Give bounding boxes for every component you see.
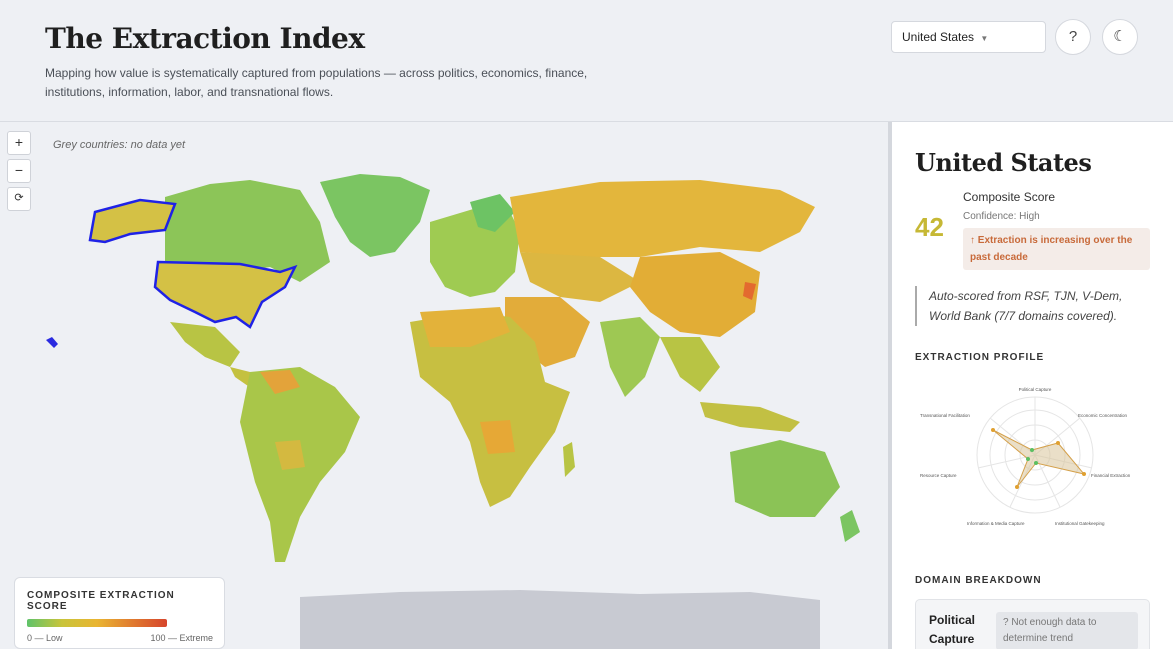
map-legend: COMPOSITE EXTRACTION SCORE 0 — Low 100 —… xyxy=(14,577,225,649)
chevron-down-icon: ▼ xyxy=(980,34,989,43)
world-map[interactable]: Grey countries: no data yet + − ⟳ COMPOS… xyxy=(0,122,888,649)
radar-axis-label: Information & Media Capture xyxy=(967,521,1025,526)
country-indonesia xyxy=(700,402,800,432)
radar-axis-label: Economic Concentration xyxy=(1078,413,1128,418)
country-russia xyxy=(510,180,815,257)
country-hawaii xyxy=(46,337,58,348)
extraction-radar-chart: Political Capture Economic Concentration… xyxy=(920,387,1131,526)
legend-gradient-bar xyxy=(27,619,167,627)
app-header: The Extraction Index Mapping how value i… xyxy=(0,0,1173,122)
country-india xyxy=(600,317,660,397)
app-title: The Extraction Index xyxy=(45,22,365,55)
country-central-asia xyxy=(520,252,640,302)
country-alaska xyxy=(88,198,177,244)
domain-trend-note: ? Not enough data to determine trend xyxy=(996,612,1138,649)
extraction-profile-heading: EXTRACTION PROFILE xyxy=(915,352,1045,363)
country-select-value: United States xyxy=(902,30,975,44)
legend-title: COMPOSITE EXTRACTION SCORE xyxy=(27,590,175,612)
country-madagascar xyxy=(563,442,575,477)
country-australia xyxy=(730,440,840,517)
country-se-asia xyxy=(660,337,720,392)
composite-score-label: Composite Score xyxy=(963,190,1056,204)
panel-country-name: United States xyxy=(915,148,1092,177)
country-greenland xyxy=(320,174,430,257)
trend-badge: ↑ Extraction is increasing over the past… xyxy=(963,228,1150,270)
domain-breakdown-heading: DOMAIN BREAKDOWN xyxy=(915,575,1042,586)
legend-high-label: 100 — Extreme xyxy=(150,633,213,643)
help-button[interactable]: ? xyxy=(1055,19,1091,55)
app-subtitle: Mapping how value is systematically capt… xyxy=(45,66,588,99)
country-usa xyxy=(153,260,298,329)
composite-score-value: 42 xyxy=(915,212,944,242)
source-note: Auto-scored from RSF, TJN, V-Dem, World … xyxy=(915,286,1135,326)
region-antarctica xyxy=(300,590,820,649)
radar-point xyxy=(1026,457,1030,461)
theme-toggle-button[interactable]: ☾ xyxy=(1102,19,1138,55)
country-select[interactable]: United States ▼ xyxy=(891,21,1046,53)
radar-point xyxy=(1034,461,1038,465)
country-mexico xyxy=(170,322,240,367)
country-detail-panel: United States Composite Score 42 Confide… xyxy=(892,122,1173,649)
world-map-svg[interactable] xyxy=(0,122,888,649)
legend-low-label: 0 — Low xyxy=(27,633,63,643)
zoom-out-button[interactable]: − xyxy=(7,159,31,183)
radar-point xyxy=(1030,448,1034,452)
legend-labels: 0 — Low 100 — Extreme xyxy=(27,633,213,643)
radar-axis-label: Financial Extraction xyxy=(1091,473,1131,478)
radar-axis-label: Political Capture xyxy=(1019,387,1052,392)
country-new-zealand xyxy=(840,510,860,542)
radar-point xyxy=(1015,485,1019,489)
zoom-in-button[interactable]: + xyxy=(7,131,31,155)
confidence-label: Confidence: High xyxy=(963,211,1040,222)
radar-axis-label: Transnational Facilitation xyxy=(920,413,970,418)
radar-point xyxy=(1056,441,1060,445)
domain-card-political-capture[interactable]: Political Capture ? Not enough data to d… xyxy=(915,599,1150,649)
country-china xyxy=(630,252,760,337)
domain-name: Political Capture xyxy=(929,613,976,646)
radar-point xyxy=(991,428,995,432)
radar-axis-label: Resource Capture xyxy=(920,473,957,478)
radar-shape xyxy=(992,429,1086,488)
reset-view-button[interactable]: ⟳ xyxy=(7,187,31,211)
radar-axis-label: Institutional Gatekeeping xyxy=(1055,521,1105,526)
grey-countries-note: Grey countries: no data yet xyxy=(53,139,186,151)
radar-point xyxy=(1082,472,1086,476)
